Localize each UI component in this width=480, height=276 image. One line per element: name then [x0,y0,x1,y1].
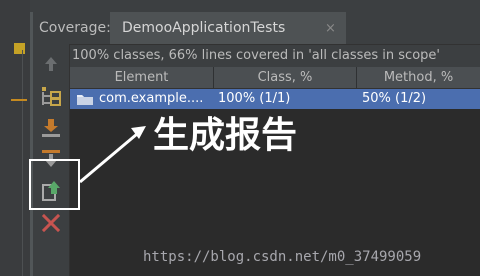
watermark: https://blog.csdn.net/m0_37499059 [143,249,422,265]
annotation-label: 生成报告 [153,115,298,156]
